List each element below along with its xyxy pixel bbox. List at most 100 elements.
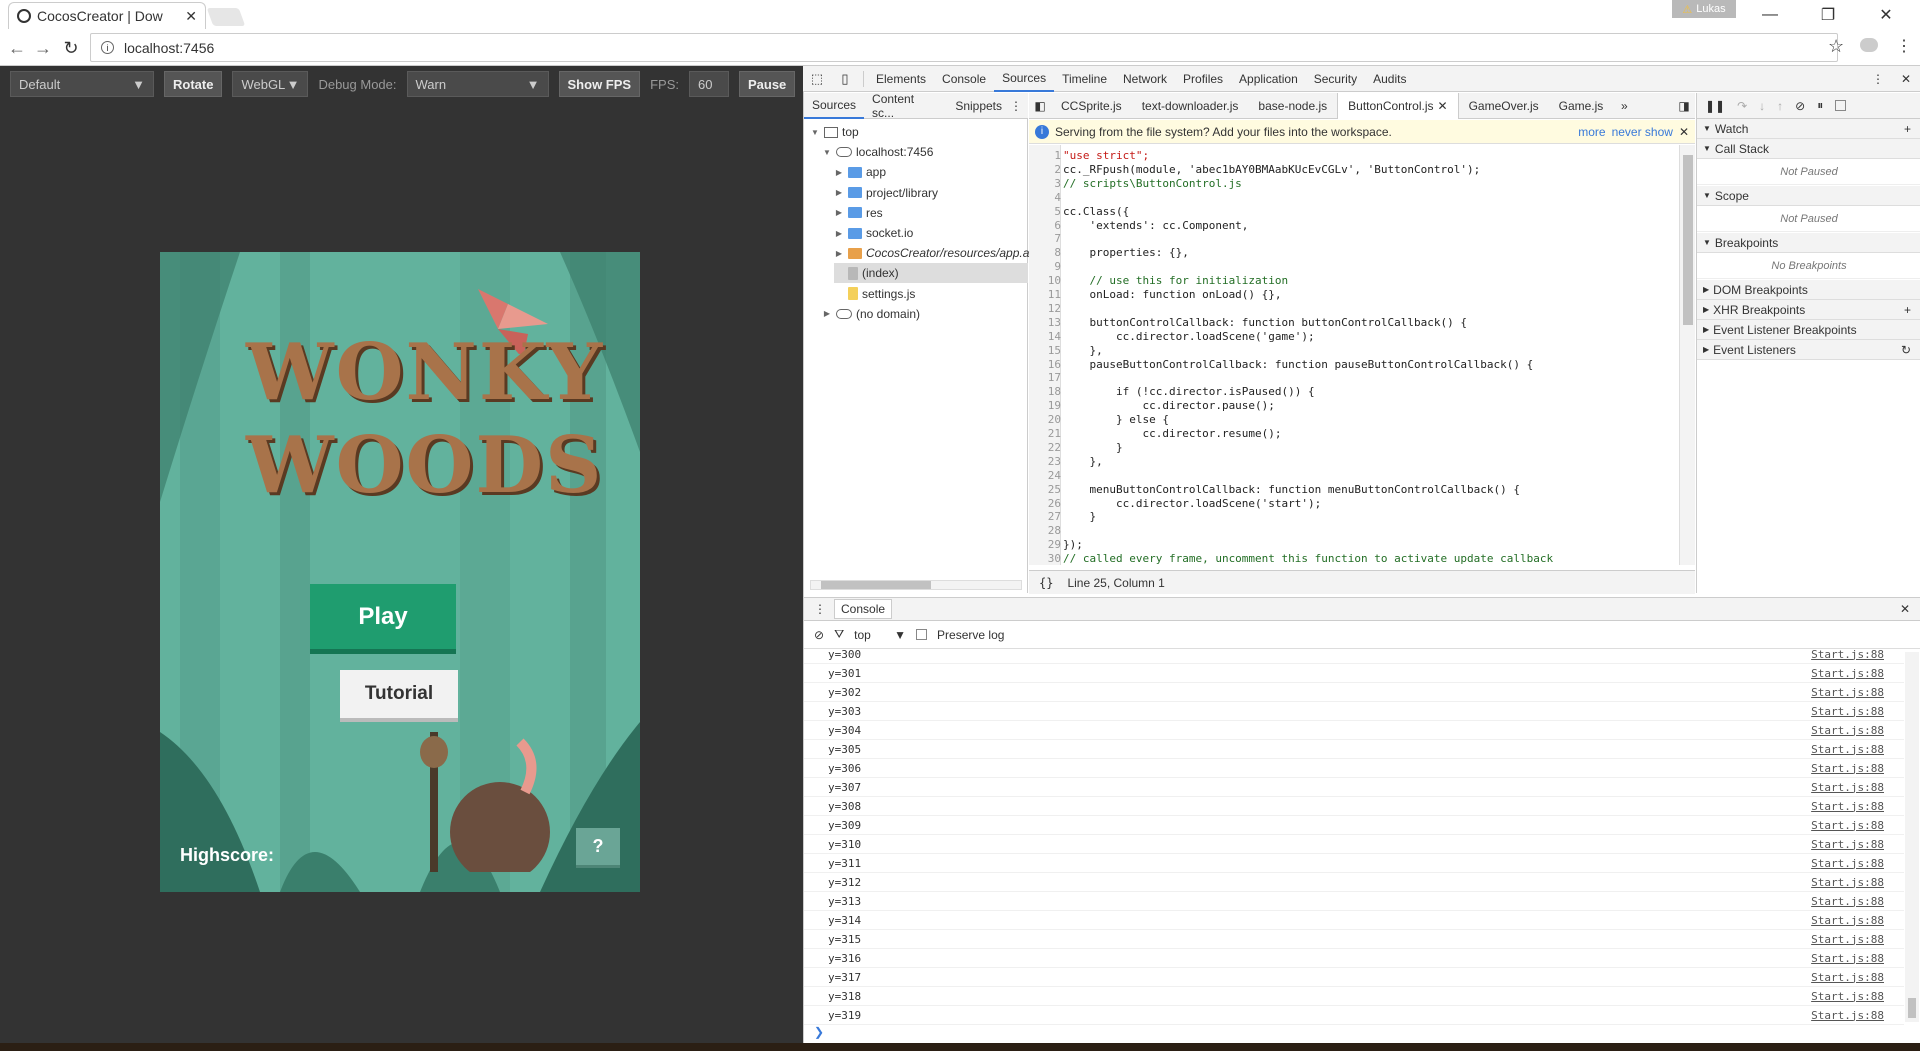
- close-tab-icon[interactable]: ✕: [1438, 99, 1448, 113]
- tree-item[interactable]: ▶ socket.io: [834, 223, 913, 243]
- editor-tab[interactable]: base-node.js: [1248, 93, 1337, 119]
- console-source-link[interactable]: Start.js:88: [1811, 895, 1884, 908]
- sidebar-section-dom-breakpoints[interactable]: ▶ DOM Breakpoints: [1697, 280, 1920, 300]
- console-source-link[interactable]: Start.js:88: [1811, 819, 1884, 832]
- pause-on-exceptions-icon[interactable]: ⏸: [1817, 98, 1823, 113]
- device-toolbar-icon[interactable]: ▯: [831, 71, 859, 87]
- maximize-icon[interactable]: ❐: [1800, 0, 1856, 29]
- tree-item[interactable]: ▼ localhost:7456: [822, 142, 933, 162]
- navigator-tab[interactable]: Snippets: [947, 93, 1010, 119]
- console-source-link[interactable]: Start.js:88: [1811, 857, 1884, 870]
- forward-icon[interactable]: →: [32, 37, 54, 59]
- console-source-link[interactable]: Start.js:88: [1811, 990, 1884, 1003]
- console-drawer-tab[interactable]: Console: [834, 599, 893, 619]
- tree-item[interactable]: ▶ CocosCreator/resources/app.asa: [834, 243, 1042, 263]
- debug-mode-select[interactable]: Warn ▼: [406, 71, 549, 97]
- close-tab-icon[interactable]: ✕: [185, 8, 197, 25]
- console-source-link[interactable]: Start.js:88: [1811, 914, 1884, 927]
- sidebar-section-xhr-breakpoints[interactable]: ▶ XHR Breakpoints +: [1697, 300, 1920, 320]
- infobar-never-show-link[interactable]: never show: [1612, 125, 1673, 139]
- console-source-link[interactable]: Start.js:88: [1811, 781, 1884, 794]
- expand-arrow-icon[interactable]: ▶: [834, 168, 844, 177]
- tree-item[interactable]: settings.js: [834, 284, 915, 304]
- console-prompt[interactable]: ❯: [804, 1022, 1920, 1042]
- fps-input[interactable]: 60: [688, 71, 729, 97]
- more-tabs-icon[interactable]: »: [1613, 99, 1635, 113]
- sidebar-section-call-stack[interactable]: ▼ Call Stack: [1697, 139, 1920, 159]
- console-source-link[interactable]: Start.js:88: [1811, 724, 1884, 737]
- expand-arrow-icon[interactable]: ▼: [810, 128, 820, 137]
- deactivate-breakpoints-icon[interactable]: ⊘: [1795, 99, 1805, 113]
- console-source-link[interactable]: Start.js:88: [1811, 1009, 1884, 1022]
- devtools-tab-timeline[interactable]: Timeline: [1054, 66, 1115, 92]
- devtools-menu-icon[interactable]: ⋮: [1864, 72, 1892, 86]
- console-source-link[interactable]: Start.js:88: [1811, 667, 1884, 680]
- new-tab-button[interactable]: [206, 8, 246, 26]
- minimize-icon[interactable]: —: [1742, 0, 1798, 29]
- reload-icon[interactable]: ↻: [60, 37, 82, 59]
- infobar-more-link[interactable]: more: [1578, 125, 1605, 139]
- devtools-tab-network[interactable]: Network: [1115, 66, 1175, 92]
- async-checkbox[interactable]: [1835, 100, 1847, 111]
- console-source-link[interactable]: Start.js:88: [1811, 933, 1884, 946]
- expand-arrow-icon[interactable]: ▶: [834, 188, 844, 197]
- tree-item[interactable]: ▶ project/library: [834, 183, 938, 203]
- devtools-tab-elements[interactable]: Elements: [868, 66, 934, 92]
- device-select[interactable]: Default ▼: [10, 71, 154, 97]
- pretty-print-icon[interactable]: {}: [1039, 576, 1053, 590]
- user-profile-badge[interactable]: ⚠ Lukas: [1672, 0, 1736, 18]
- console-scrollbar[interactable]: [1905, 652, 1919, 1022]
- sidebar-section-event-listeners[interactable]: ▶ Event Listeners ↻: [1697, 340, 1920, 360]
- play-button[interactable]: Play: [310, 584, 456, 654]
- omnibox[interactable]: i localhost:7456: [90, 33, 1838, 62]
- step-over-icon[interactable]: ↷: [1737, 99, 1747, 113]
- console-source-link[interactable]: Start.js:88: [1811, 743, 1884, 756]
- console-source-link[interactable]: Start.js:88: [1811, 705, 1884, 718]
- navigator-menu-icon[interactable]: ⋮: [1010, 99, 1028, 113]
- show-fps-button[interactable]: Show FPS: [558, 71, 641, 97]
- console-source-link[interactable]: Start.js:88: [1811, 876, 1884, 889]
- console-source-link[interactable]: Start.js:88: [1811, 800, 1884, 813]
- editor-tab[interactable]: CCSprite.js: [1051, 93, 1132, 119]
- navigator-tab[interactable]: Sources: [804, 93, 865, 119]
- editor-tab[interactable]: GameOver.js: [1459, 93, 1549, 119]
- pause-button[interactable]: Pause: [738, 71, 796, 97]
- console-source-link[interactable]: Start.js:88: [1811, 686, 1884, 699]
- back-icon[interactable]: ←: [6, 37, 28, 59]
- devtools-tab-profiles[interactable]: Profiles: [1175, 66, 1231, 92]
- filter-icon[interactable]: ⛛: [834, 627, 844, 642]
- editor-tab[interactable]: Game.js: [1549, 93, 1614, 119]
- toggle-debugger-icon[interactable]: ◨: [1673, 99, 1695, 113]
- drawer-menu-icon[interactable]: ⋮: [814, 602, 826, 616]
- toggle-navigator-icon[interactable]: ◧: [1029, 99, 1051, 113]
- console-source-link[interactable]: Start.js:88: [1811, 648, 1884, 661]
- tree-item[interactable]: (index): [834, 263, 1028, 284]
- add-icon[interactable]: +: [1904, 303, 1911, 317]
- sidebar-section-watch[interactable]: ▼ Watch +: [1697, 119, 1920, 139]
- browser-tab[interactable]: CocosCreator | Dow ✕: [8, 2, 206, 29]
- refresh-icon[interactable]: ↻: [1901, 343, 1911, 357]
- devtools-tab-application[interactable]: Application: [1231, 66, 1306, 92]
- bookmark-star-icon[interactable]: ☆: [1828, 36, 1844, 57]
- inspect-icon[interactable]: ⬚: [803, 71, 831, 87]
- drawer-close-icon[interactable]: ✕: [1900, 602, 1910, 616]
- editor-tab[interactable]: text-downloader.js: [1132, 93, 1249, 119]
- game-canvas[interactable]: WONKY WOODS Play Tutorial Highscore: ?: [160, 252, 640, 892]
- close-window-icon[interactable]: ✕: [1858, 0, 1914, 29]
- add-icon[interactable]: +: [1904, 122, 1911, 136]
- devtools-tab-security[interactable]: Security: [1306, 66, 1365, 92]
- tree-item[interactable]: ▶ app: [834, 162, 886, 182]
- pause-resume-icon[interactable]: ❚❚: [1705, 99, 1725, 113]
- context-select[interactable]: top: [854, 628, 884, 642]
- console-source-link[interactable]: Start.js:88: [1811, 971, 1884, 984]
- cloud-extension-icon[interactable]: [1860, 38, 1878, 52]
- rotate-button[interactable]: Rotate: [164, 71, 223, 97]
- help-button[interactable]: ?: [576, 828, 620, 868]
- tree-item[interactable]: ▶ res: [834, 203, 883, 223]
- expand-arrow-icon[interactable]: ▶: [834, 208, 844, 217]
- sidebar-section-event-listener-breakpoints[interactable]: ▶ Event Listener Breakpoints: [1697, 320, 1920, 340]
- preserve-log-checkbox[interactable]: [916, 629, 928, 640]
- console-source-link[interactable]: Start.js:88: [1811, 762, 1884, 775]
- infobar-close-icon[interactable]: ✕: [1679, 125, 1689, 139]
- context-dropdown-icon[interactable]: ▼: [894, 628, 906, 642]
